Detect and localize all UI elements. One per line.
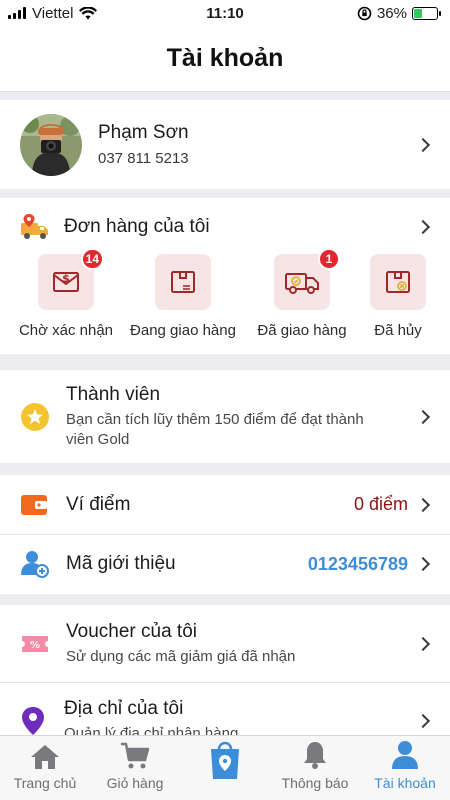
tab-home[interactable]: Trang chủ [0,736,90,800]
tab-label: Giỏ hàng [106,775,164,791]
chevron-right-icon [415,137,431,152]
order-status-label: Đang giao hàng [130,322,236,339]
chevron-right-icon [415,409,431,424]
membership-row[interactable]: Thành viên Bạn cần tích lũy thêm 150 điể… [0,370,450,463]
profile-row[interactable]: Phạm Sơn 037 811 5213 [0,100,450,189]
voucher-title: Voucher của tôi [66,620,197,642]
wifi-icon [79,6,98,19]
order-status-icon-box [155,254,211,310]
voucher-icon: % [22,635,48,652]
order-status-icon-box [370,254,426,310]
home-icon [31,745,59,769]
tab-cart[interactable]: Giỏ hàng [90,736,180,800]
order-status-label: Chờ xác nhận [18,322,114,339]
account-content[interactable]: Phạm Sơn 037 811 5213 Đơn hàng của tôi $… [0,92,450,735]
points-value: 0 điểm [353,494,408,514]
tab-shop[interactable] [180,736,270,800]
orders-header-row[interactable]: Đơn hàng của tôi [0,198,450,256]
envelope-money-icon: $ [53,272,79,292]
referral-row[interactable]: Mã giới thiệu 0123456789 [0,534,450,594]
chevron-right-icon [415,713,431,728]
tab-notifications[interactable]: Thông báo [270,736,360,800]
shopping-bag-location-icon [211,741,239,779]
voucher-address-card: % Voucher của tôi Sử dụng các mã giảm gi… [0,605,450,735]
delivery-truck-icon [285,273,319,294]
wallet-icon [21,494,47,515]
battery-percent: 36% [376,4,407,22]
membership-description: Bạn cần tích lũy thêm 150 điểm để đạt th… [66,410,364,448]
signal-icon [8,7,26,19]
cart-icon [121,742,150,769]
svg-text:$: $ [62,272,70,285]
membership-title: Thành viên [66,383,161,405]
tab-account[interactable]: Tài khoản [360,736,450,800]
wallet-title: Ví điểm [66,493,131,515]
page-header: Tài khoản [0,26,450,92]
profile-name: Phạm Sơn [98,122,189,143]
order-status-pending[interactable]: $ 14 Chờ xác nhận [10,248,122,339]
tab-label: Thông báo [281,775,349,791]
tab-label: Trang chủ [13,775,77,791]
order-status-delivered[interactable]: 1 Đã giao hàng [246,248,358,339]
delivery-truck-icon [21,214,48,239]
status-bar: Viettel 11:10 36% [0,0,450,26]
carrier-label: Viettel [32,4,74,22]
order-status-icon-box: $ 14 [38,248,104,310]
rotation-lock-icon [357,6,372,20]
profile-card[interactable]: Phạm Sơn 037 811 5213 [0,100,450,189]
page-title: Tài khoản [166,44,284,72]
wallet-row[interactable]: Ví điểm 0 điểm [0,475,450,534]
avatar [20,113,82,176]
status-right: 36% [357,4,441,22]
order-status-label: Đã hủy [374,322,422,339]
location-pin-icon [22,706,44,735]
package-icon [171,271,195,293]
address-title: Địa chỉ của tôi [64,697,184,719]
chevron-right-icon [415,636,431,651]
voucher-row[interactable]: % Voucher của tôi Sử dụng các mã giảm gi… [0,605,450,682]
orders-card: Đơn hàng của tôi $ 14 Chờ xác nhận Đang … [0,198,450,354]
membership-card[interactable]: Thành viên Bạn cần tích lũy thêm 150 điể… [0,370,450,463]
order-status-shipping[interactable]: Đang giao hàng [127,254,239,339]
star-icon [21,402,49,431]
bell-icon [304,742,326,769]
profile-phone: 037 811 5213 [98,150,189,167]
svg-text:%: % [30,640,40,651]
referral-code: 0123456789 [307,553,408,574]
tab-label: Tài khoản [374,775,436,791]
battery-icon [412,6,441,20]
pending-count-badge: 14 [80,248,104,270]
orders-title: Đơn hàng của tôi [64,216,210,237]
add-user-icon [21,551,49,578]
order-status-label: Đã giao hàng [257,322,347,339]
delivered-count-badge: 1 [318,248,340,270]
address-description: Quản lý địa chỉ nhận hàng [64,724,239,736]
points-card: Ví điểm 0 điểm Mã giới thiệu 0123456789 [0,475,450,594]
cancelled-box-icon [386,271,410,293]
user-icon [392,741,418,769]
order-status-icon-box: 1 [274,248,340,310]
address-row[interactable]: Địa chỉ của tôi Quản lý địa chỉ nhận hàn… [0,682,450,735]
referral-title: Mã giới thiệu [66,553,176,574]
chevron-right-icon [415,219,431,235]
chevron-right-icon [415,556,431,572]
bottom-tab-bar: Trang chủ Giỏ hàng Thông báo Tài khoản [0,735,450,800]
status-left: Viettel [8,4,98,22]
chevron-right-icon [415,497,431,512]
voucher-description: Sử dụng các mã giảm giá đã nhận [66,647,296,665]
order-status-cancelled[interactable]: Đã hủy [352,254,444,339]
